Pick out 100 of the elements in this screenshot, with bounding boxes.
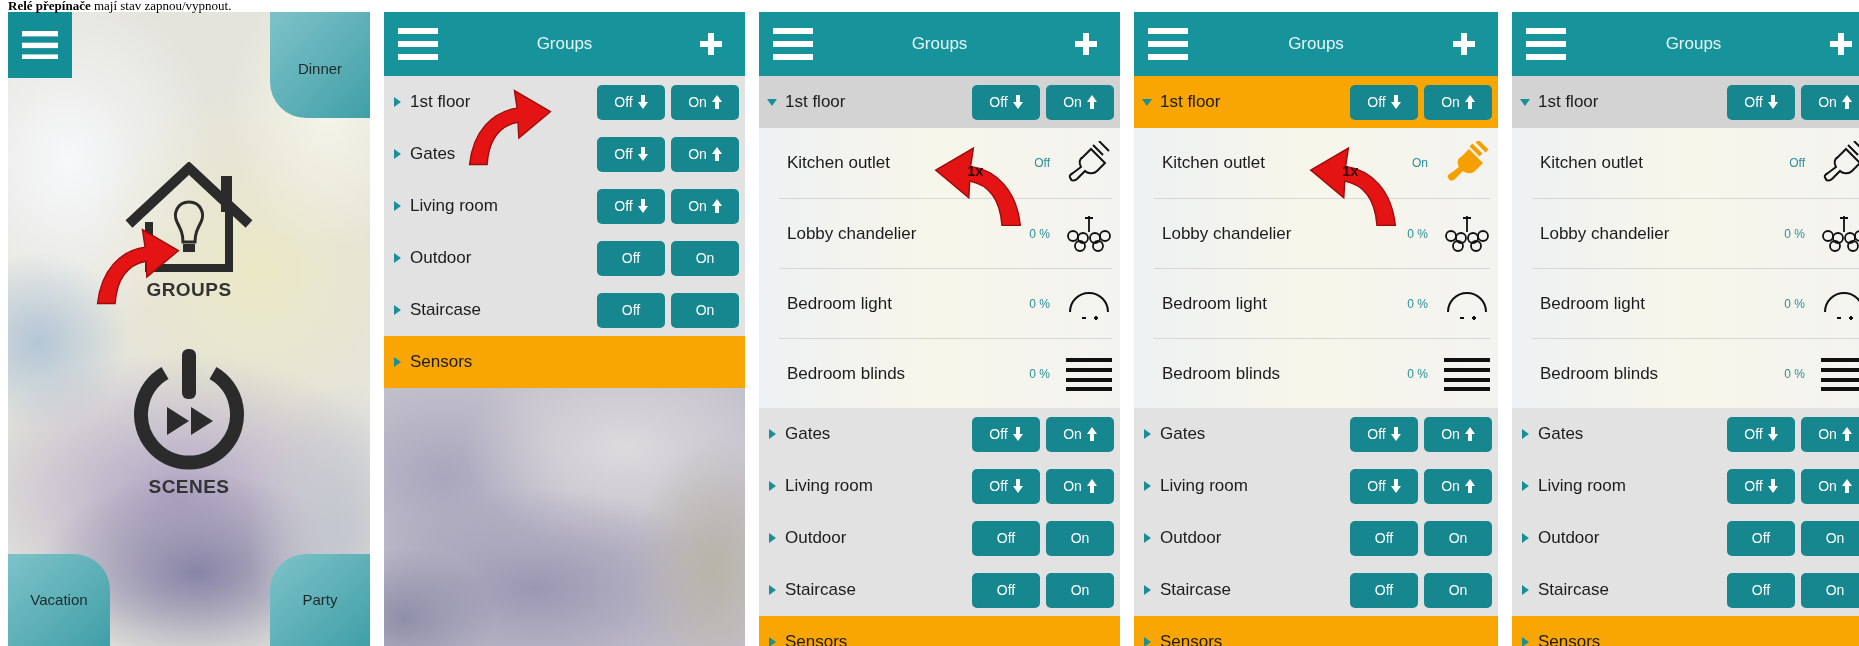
off-button[interactable]: Off [597, 292, 665, 328]
group-row[interactable]: Living room Off On [384, 180, 745, 232]
off-button[interactable]: Off [972, 84, 1040, 120]
off-button[interactable]: Off [1350, 84, 1418, 120]
off-button[interactable]: Off [597, 240, 665, 276]
group-row[interactable]: Living room Off On [1134, 460, 1498, 512]
device-row[interactable]: Bedroom blinds 0 % [759, 338, 1120, 408]
device-name: Kitchen outlet [1540, 152, 1643, 175]
device-row[interactable]: Bedroom blinds 0 % [1512, 338, 1859, 408]
group-row[interactable]: 1st floor Off On [1134, 76, 1498, 128]
on-button[interactable]: On [671, 240, 739, 276]
on-button[interactable]: On [1424, 520, 1492, 556]
on-button[interactable]: On [1424, 468, 1492, 504]
plus-icon [1453, 33, 1475, 55]
on-button[interactable]: On [1801, 468, 1859, 504]
device-row[interactable]: Lobby chandelier 0 % [1134, 198, 1498, 268]
off-button[interactable]: Off [597, 136, 665, 172]
group-row[interactable]: Staircase Off On [1512, 564, 1859, 616]
group-row[interactable]: Outdoor Off On [384, 232, 745, 284]
screen-title: Groups [536, 33, 593, 56]
group-name: Gates [785, 423, 831, 446]
off-button[interactable]: Off [972, 468, 1040, 504]
groups-button[interactable]: GROUPS [125, 162, 253, 305]
group-name: Outdoor [1538, 527, 1600, 550]
off-button[interactable]: Off [1350, 468, 1418, 504]
menu-button[interactable] [8, 12, 72, 78]
off-button[interactable]: Off [1727, 520, 1795, 556]
group-row[interactable]: Gates Off On [1512, 408, 1859, 460]
off-button[interactable]: Off [972, 520, 1040, 556]
scene-button[interactable]: Party [270, 554, 370, 646]
device-reading: Off [1034, 155, 1050, 172]
group-row[interactable]: Gates Off On [1134, 408, 1498, 460]
device-name: Bedroom blinds [1540, 362, 1659, 385]
device-row[interactable]: Lobby chandelier 0 % [1512, 198, 1859, 268]
menu-icon [1526, 28, 1566, 60]
off-button[interactable]: Off [1727, 416, 1795, 452]
group-row[interactable]: Living room Off On [1512, 460, 1859, 512]
group-row[interactable]: 1st floor Off On [1512, 76, 1859, 128]
plus-icon [700, 33, 722, 55]
screen-title: Groups [911, 33, 968, 56]
off-button[interactable]: Off [1727, 468, 1795, 504]
scenes-button[interactable]: SCENES [125, 347, 253, 502]
on-button[interactable]: On [1801, 520, 1859, 556]
group-row[interactable]: Outdoor Off On [1134, 512, 1498, 564]
group-row[interactable]: Staircase Off On [1134, 564, 1498, 616]
on-button[interactable]: On [1424, 84, 1492, 120]
on-button[interactable]: On [671, 292, 739, 328]
device-row[interactable]: Lobby chandelier 0 % [759, 198, 1120, 268]
house-bulb-icon [125, 162, 253, 274]
device-row[interactable]: Bedroom light 0 % [1134, 268, 1498, 338]
group-row[interactable]: Staircase Off On [384, 284, 745, 336]
on-button[interactable]: On [1801, 84, 1859, 120]
off-button[interactable]: Off [1350, 520, 1418, 556]
on-button[interactable]: On [1046, 416, 1114, 452]
device-name: Bedroom blinds [787, 362, 906, 385]
device-name: Bedroom blinds [1162, 362, 1281, 385]
scene-button[interactable]: Dinner [270, 12, 370, 118]
device-row[interactable]: Bedroom light 0 % [1512, 268, 1859, 338]
device-name: Bedroom light [1162, 292, 1267, 315]
group-row[interactable]: Gates Off On [384, 128, 745, 180]
group-row[interactable]: Living room Off On [759, 460, 1120, 512]
on-button[interactable]: On [671, 136, 739, 172]
off-button[interactable]: Off [972, 572, 1040, 608]
group-name: Staircase [785, 579, 856, 602]
device-row[interactable]: Kitchen outlet Off [1512, 128, 1859, 198]
device-name: Lobby chandelier [787, 222, 917, 245]
off-button[interactable]: Off [972, 416, 1040, 452]
group-row[interactable]: Outdoor Off On [1512, 512, 1859, 564]
on-button[interactable]: On [1046, 572, 1114, 608]
group-row[interactable]: 1st floor Off On [384, 76, 745, 128]
device-reading: 0 % [1784, 225, 1805, 243]
group-row[interactable]: 1st floor Off On [759, 76, 1120, 128]
blinds-icon [1444, 355, 1490, 392]
on-button[interactable]: On [1424, 416, 1492, 452]
device-reading: 0 % [1029, 295, 1050, 313]
off-button[interactable]: Off [597, 188, 665, 224]
on-button[interactable]: On [1046, 468, 1114, 504]
on-button[interactable]: On [1801, 572, 1859, 608]
on-button[interactable]: On [671, 84, 739, 120]
device-row[interactable]: Bedroom blinds 0 % [1134, 338, 1498, 408]
group-row[interactable]: Gates Off On [759, 408, 1120, 460]
blinds-icon [1821, 355, 1859, 392]
on-button[interactable]: On [1046, 84, 1114, 120]
off-button[interactable]: Off [597, 84, 665, 120]
on-button[interactable]: On [1801, 416, 1859, 452]
group-row[interactable]: Staircase Off On [759, 564, 1120, 616]
off-button[interactable]: Off [1350, 416, 1418, 452]
scene-button[interactable]: Vacation [8, 554, 110, 646]
group-row[interactable]: Sensors [384, 336, 745, 388]
on-button[interactable]: On [1046, 520, 1114, 556]
group-name: Sensors [410, 351, 473, 374]
off-button[interactable]: Off [1350, 572, 1418, 608]
on-button[interactable]: On [1424, 572, 1492, 608]
off-button[interactable]: Off [1727, 84, 1795, 120]
device-row[interactable]: Bedroom light 0 % [759, 268, 1120, 338]
power-play-icon [133, 347, 245, 471]
device-reading: 0 % [1784, 365, 1805, 383]
off-button[interactable]: Off [1727, 572, 1795, 608]
group-row[interactable]: Outdoor Off On [759, 512, 1120, 564]
on-button[interactable]: On [671, 188, 739, 224]
